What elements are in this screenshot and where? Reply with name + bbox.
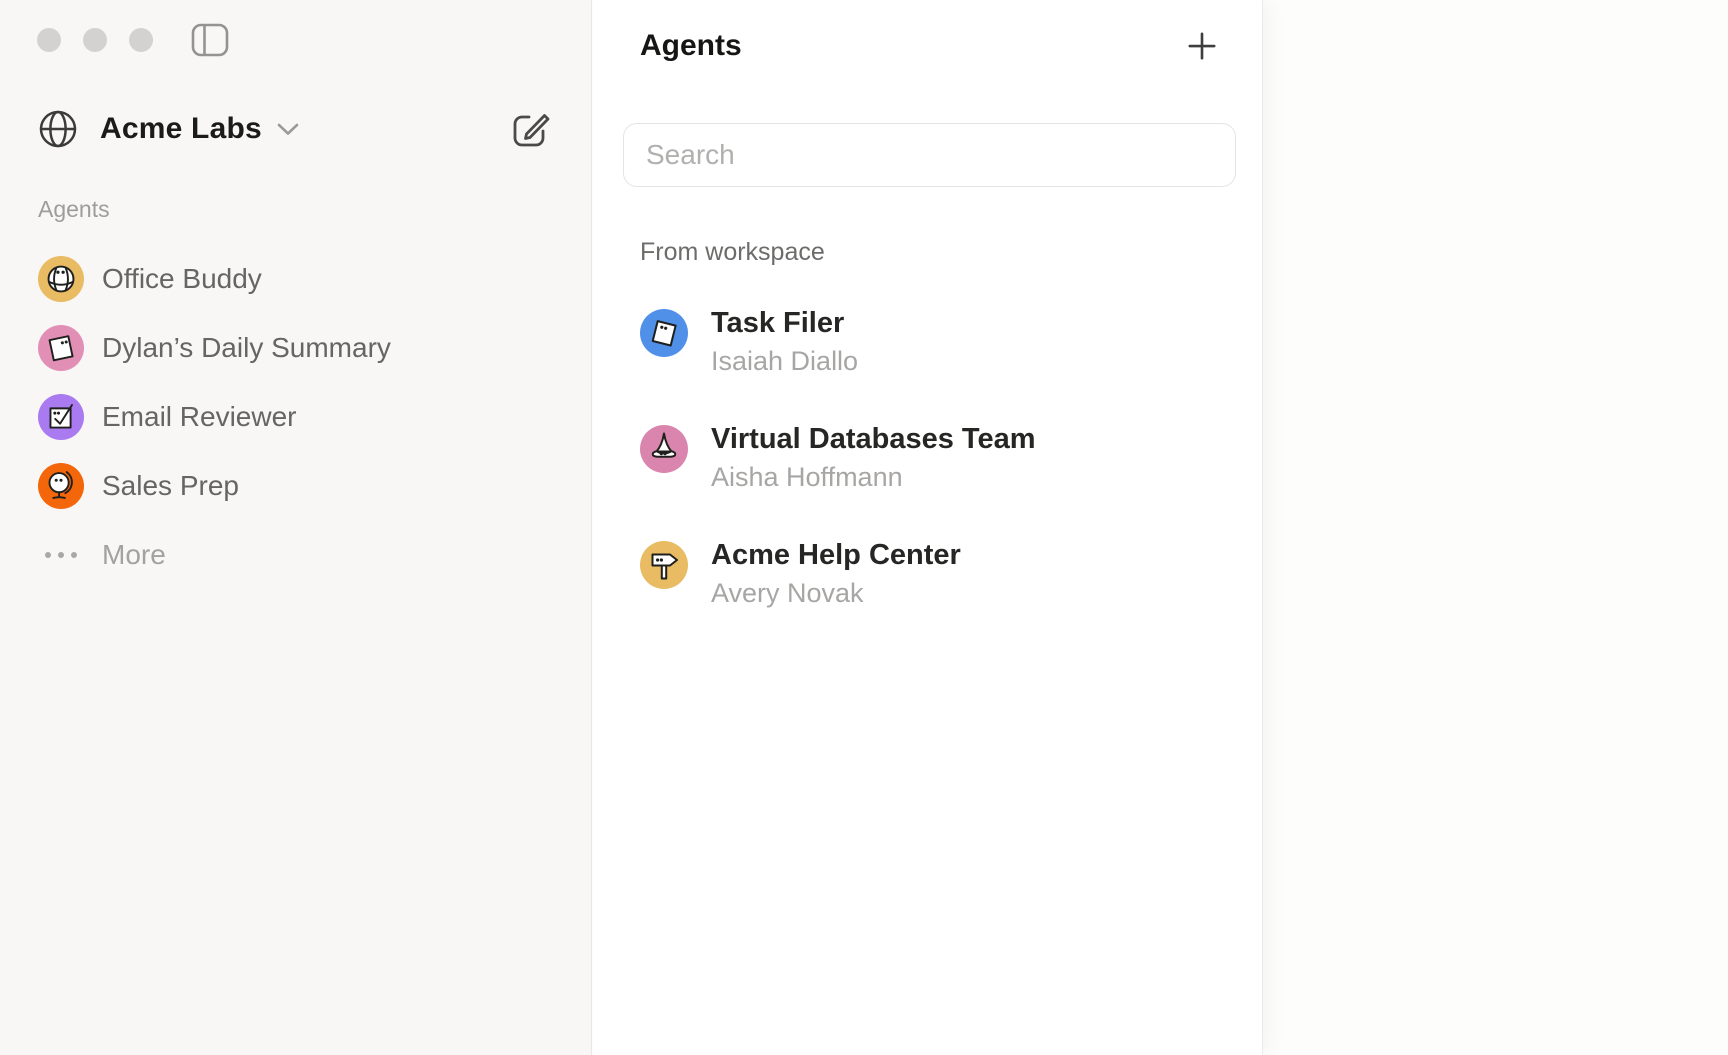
window-close-button[interactable] — [37, 28, 61, 52]
window-controls — [37, 28, 153, 52]
agents-panel: Agents From workspace — [593, 0, 1262, 1055]
chevron-down-icon — [276, 122, 300, 142]
workspace-name: Acme Labs — [100, 112, 262, 146]
sidebar-section-label: Agents — [38, 196, 571, 226]
agent-list: Task Filer Isaiah Diallo Virtual Databas… — [640, 305, 1215, 613]
sidebar-item-label: Dylan’s Daily Summary — [102, 332, 391, 364]
ball-doodle-icon — [38, 256, 84, 302]
checkbox-doodle-icon — [38, 394, 84, 440]
signpost-doodle-icon — [640, 541, 688, 589]
sidebar-agents-section: Agents Office Buddy — [38, 196, 571, 578]
sidebar: Acme Labs Agents — [0, 0, 592, 1055]
sidebar-item-sales-prep[interactable]: Sales Prep — [38, 463, 571, 509]
sidebar-item-label: Office Buddy — [102, 263, 262, 295]
agent-row-acme-help-center[interactable]: Acme Help Center Avery Novak — [640, 537, 1215, 613]
agent-owner: Avery Novak — [711, 574, 961, 613]
agent-row-task-filer[interactable]: Task Filer Isaiah Diallo — [640, 305, 1215, 381]
window-zoom-button[interactable] — [129, 28, 153, 52]
ellipsis-icon — [38, 552, 84, 558]
sidebar-item-dylans-daily-summary[interactable]: Dylan’s Daily Summary — [38, 325, 571, 371]
agent-name: Task Filer — [711, 305, 858, 342]
agent-owner: Isaiah Diallo — [711, 342, 858, 381]
sidebar-item-office-buddy[interactable]: Office Buddy — [38, 256, 571, 302]
sidebar-item-more[interactable]: More — [38, 532, 571, 578]
search-input[interactable] — [646, 139, 1213, 171]
agent-owner: Aisha Hoffmann — [711, 458, 1036, 497]
tilted-note-doodle-icon — [640, 309, 688, 357]
sidebar-item-label: Sales Prep — [102, 470, 239, 502]
sidebar-toggle-icon[interactable] — [191, 23, 229, 57]
globe-stand-doodle-icon — [38, 463, 84, 509]
wizard-hat-doodle-icon — [640, 425, 688, 473]
agent-name: Acme Help Center — [711, 537, 961, 574]
panel-title: Agents — [640, 29, 742, 63]
compose-icon[interactable] — [511, 109, 551, 149]
sidebar-item-email-reviewer[interactable]: Email Reviewer — [38, 394, 571, 440]
agent-row-virtual-databases-team[interactable]: Virtual Databases Team Aisha Hoffmann — [640, 421, 1215, 497]
add-agent-button[interactable] — [1187, 31, 1217, 61]
sidebar-more-label: More — [102, 539, 166, 571]
workspace-switcher[interactable]: Acme Labs — [36, 102, 551, 156]
note-doodle-icon — [38, 325, 84, 371]
globe-icon — [36, 107, 80, 151]
agent-name: Virtual Databases Team — [711, 421, 1036, 458]
from-workspace-label: From workspace — [640, 238, 1215, 268]
sidebar-item-label: Email Reviewer — [102, 401, 297, 433]
window-minimize-button[interactable] — [83, 28, 107, 52]
search-box — [623, 123, 1236, 187]
